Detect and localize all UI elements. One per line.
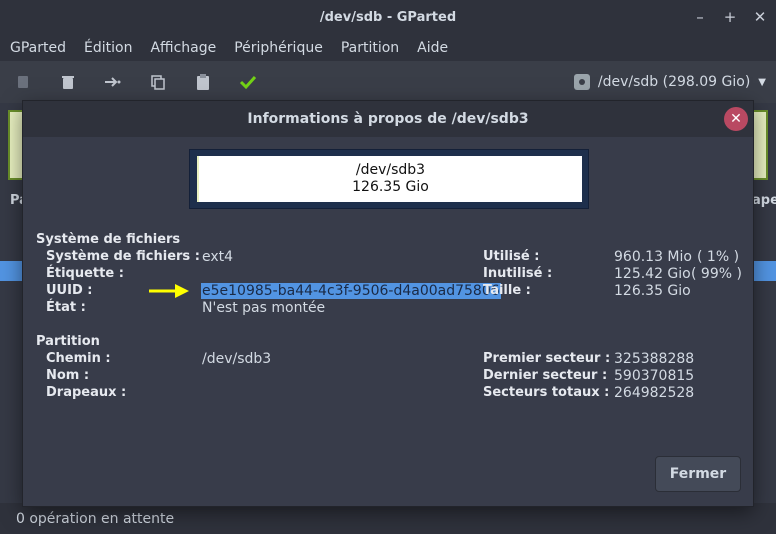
fs-label-label: Étiquette : (46, 266, 124, 281)
flags-label: Drapeaux : (46, 385, 127, 400)
unused-label: Inutilisé : (483, 266, 553, 281)
name-label: Nom : (46, 368, 90, 383)
partition-graphic-inner: /dev/sdb3 126.35 Gio (197, 156, 582, 202)
total-sectors-value: 264982528 (614, 385, 695, 401)
window-title: /dev/sdb - GParted (319, 9, 457, 25)
state-label: État : (46, 300, 86, 315)
annotation-arrow-icon (149, 284, 189, 298)
first-sector-label: Premier secteur : (483, 351, 611, 366)
menu-aide[interactable]: Aide (407, 40, 456, 56)
state-value: N'est pas montée (202, 300, 326, 316)
fs-type-value: ext4 (202, 249, 234, 265)
partition-heading: Partition (36, 334, 100, 349)
fs-type-label: Système de fichiers : (46, 249, 200, 264)
partition-graphic-size: 126.35 Gio (352, 179, 429, 195)
close-window-button[interactable]: ✕ (752, 8, 768, 26)
chevron-down-icon: ▼ (758, 76, 766, 88)
menu-edition[interactable]: Édition (74, 40, 140, 56)
menu-gparted[interactable]: GParted (0, 40, 74, 56)
unused-percent: ( 99% ) (691, 266, 742, 282)
copy-icon[interactable] (148, 72, 168, 92)
menu-peripherique[interactable]: Périphérique (224, 40, 331, 56)
partition-info-dialog: Informations à propos de /dev/sdb3 ✕ /de… (23, 101, 753, 506)
device-selector-label: /dev/sdb (298.09 Gio) (597, 74, 751, 90)
minimize-button[interactable]: – (692, 8, 708, 26)
new-partition-icon[interactable] (13, 72, 33, 92)
column-header-flags[interactable]: ape (752, 193, 776, 208)
menu-partition[interactable]: Partition (331, 40, 407, 56)
path-label: Chemin : (46, 351, 111, 366)
uuid-label: UUID : (46, 283, 93, 298)
dialog-title: Informations à propos de /dev/sdb3 (247, 111, 529, 127)
toolbar: /dev/sdb (298.09 Gio) ▼ (0, 61, 776, 103)
last-sector-value: 590370815 (614, 368, 695, 384)
first-sector-value: 325388288 (614, 351, 695, 367)
size-label: Taille : (483, 283, 531, 298)
partition-graphic: /dev/sdb3 126.35 Gio (189, 149, 589, 209)
device-selector[interactable]: /dev/sdb (298.09 Gio) ▼ (573, 61, 766, 103)
disk-icon (573, 74, 590, 90)
selected-row-left[interactable] (0, 261, 22, 281)
close-icon[interactable]: ✕ (724, 107, 748, 131)
pending-operations-text: 0 opération en attente (16, 510, 175, 527)
statusbar: 0 opération en attente (0, 503, 776, 534)
delete-icon[interactable] (58, 72, 78, 92)
uuid-value[interactable]: e5e10985-ba44-4c3f-9506-d4a00ad75806 (201, 283, 501, 299)
filesystem-heading: Système de fichiers (36, 232, 181, 247)
used-value: 960.13 Mio (614, 249, 692, 265)
path-value: /dev/sdb3 (202, 351, 272, 367)
last-sector-label: Dernier secteur : (483, 368, 608, 383)
paste-icon[interactable] (193, 72, 213, 92)
close-dialog-button[interactable]: Fermer (655, 456, 741, 492)
menu-affichage[interactable]: Affichage (140, 40, 224, 56)
selected-row-right[interactable] (752, 261, 776, 281)
used-percent: ( 1% ) (697, 249, 740, 265)
unused-value: 125.42 Gio (614, 266, 691, 282)
dialog-header: Informations à propos de /dev/sdb3 ✕ (23, 101, 753, 137)
total-sectors-label: Secteurs totaux : (483, 385, 610, 400)
partition-graphic-name: /dev/sdb3 (355, 162, 426, 178)
size-value: 126.35 Gio (614, 283, 691, 299)
resize-move-icon[interactable] (103, 72, 123, 92)
apply-check-icon[interactable] (238, 72, 258, 92)
window-titlebar: /dev/sdb - GParted – + ✕ (0, 0, 776, 34)
window-controls: – + ✕ (692, 0, 768, 34)
used-label: Utilisé : (483, 249, 540, 264)
menubar: GParted Édition Affichage Périphérique P… (0, 34, 776, 61)
maximize-button[interactable]: + (722, 8, 738, 26)
